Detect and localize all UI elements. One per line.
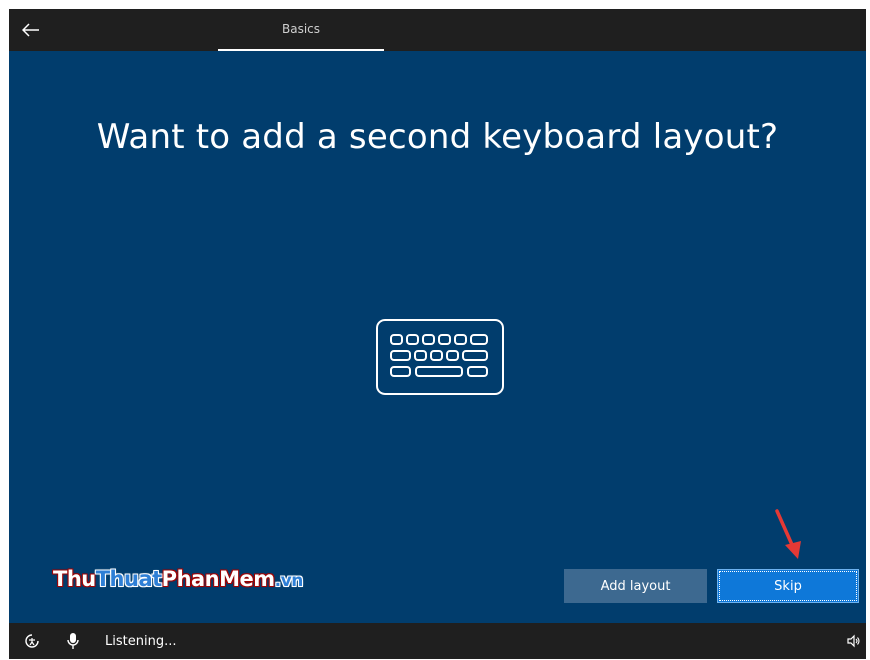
listening-status: Listening... — [105, 633, 177, 649]
skip-button[interactable]: Skip — [717, 569, 859, 603]
watermark-part-2: Thuat — [95, 567, 162, 591]
setup-window: Basics Want to add a second keyboard lay… — [9, 9, 866, 659]
annotation-arrow-icon — [775, 509, 801, 559]
bottom-bar: Listening... — [9, 623, 866, 659]
volume-icon[interactable] — [845, 623, 863, 659]
add-layout-button[interactable]: Add layout — [564, 569, 707, 603]
microphone-glyph — [67, 633, 79, 649]
watermark-part-3: PhanMem — [161, 567, 275, 591]
microphone-icon[interactable] — [63, 623, 83, 659]
ease-of-access-icon[interactable] — [21, 623, 43, 659]
page-title: Want to add a second keyboard layout? — [96, 117, 779, 157]
back-button[interactable] — [9, 9, 53, 51]
volume-glyph — [847, 634, 860, 648]
top-bar: Basics — [9, 9, 866, 51]
ease-of-access-glyph — [25, 634, 39, 648]
watermark: ThuThuatPhanMem.vn — [53, 567, 303, 597]
back-arrow-icon — [22, 23, 39, 37]
watermark-part-4: .vn — [274, 571, 304, 591]
watermark-part-1: Thu — [53, 567, 96, 591]
tab-basics[interactable]: Basics — [218, 9, 384, 51]
keyboard-icon — [376, 319, 504, 395]
